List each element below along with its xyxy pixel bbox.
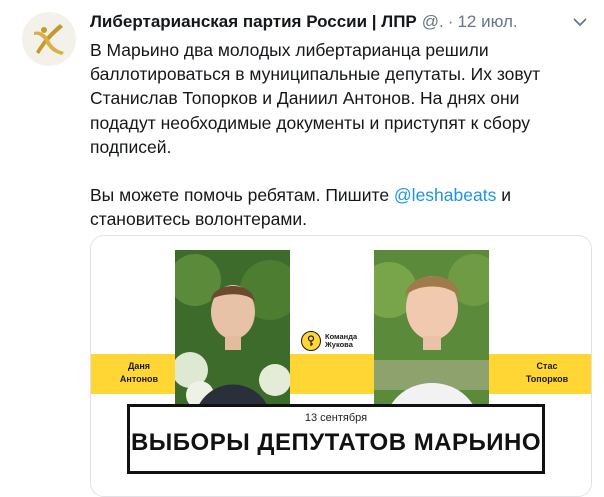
candidate-photo-left (175, 250, 290, 428)
candidate-photo-right (374, 250, 489, 428)
tweet-paragraph-1: В Марьино два молодых либертарианца реши… (90, 40, 541, 157)
key-icon (301, 331, 321, 351)
election-banner: 13 сентября ВЫБОРЫ ДЕПУТАТОВ МАРЬИНО (127, 404, 545, 474)
tweet-header: Либертарианская партия России | ЛПР @. ·… (90, 10, 590, 34)
author-handle[interactable]: @. (422, 12, 444, 32)
mention-link[interactable]: @leshabeats (394, 185, 496, 205)
media-card[interactable]: Даня Антонов Стас Топорков Команда Жуков… (90, 235, 592, 497)
banner-date: 13 сентября (304, 412, 368, 424)
tweet-date[interactable]: 12 июл. (457, 12, 517, 32)
team-name: Команда Жукова (325, 332, 357, 350)
team-badge: Команда Жукова (301, 326, 371, 356)
candidate-first-name: Стас (536, 361, 558, 371)
separator: · (447, 12, 454, 31)
candidate-name-right: Стас Топорков (517, 360, 577, 386)
candidate-last-name: Топорков (525, 374, 569, 384)
party-logo-icon (22, 12, 76, 66)
chevron-down-icon[interactable] (570, 12, 590, 32)
paragraph-text: Вы можете помочь ребятам. Пишите (90, 185, 394, 206)
team-name-line: Жукова (325, 340, 353, 349)
tweet-text: В Марьино два молодых либертарианца реши… (90, 38, 570, 231)
author-name[interactable]: Либертарианская партия России | ЛПР (90, 12, 417, 32)
tweet: Либертарианская партия России | ЛПР @. ·… (0, 0, 604, 497)
candidate-first-name: Даня (127, 361, 151, 371)
candidate-name-left: Даня Антонов (109, 360, 169, 386)
banner-title: ВЫБОРЫ ДЕПУТАТОВ МАРЬИНО (130, 429, 542, 456)
avatar[interactable] (22, 12, 76, 66)
tweet-paragraph-2: Вы можете помочь ребятам. Пишите @leshab… (90, 183, 570, 231)
candidate-last-name: Антонов (119, 374, 159, 384)
